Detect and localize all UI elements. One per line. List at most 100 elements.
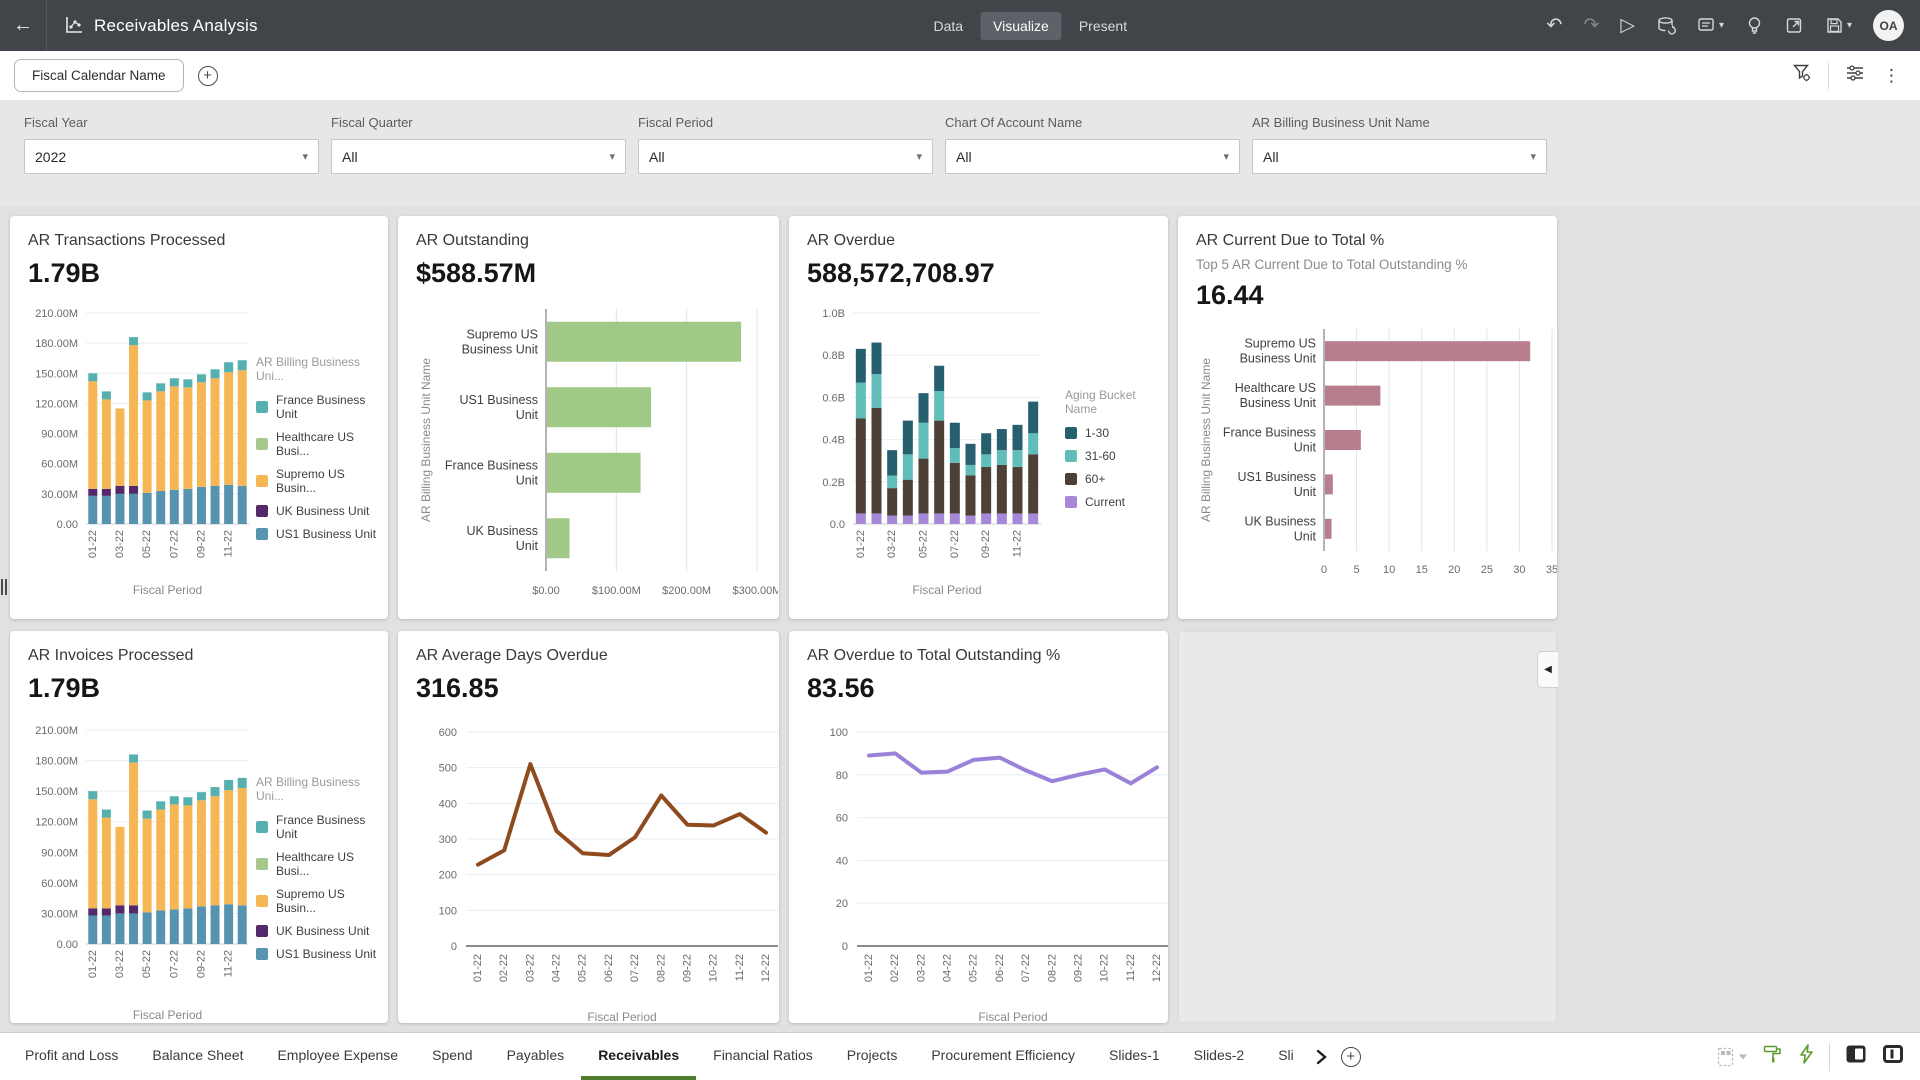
filter-bar-button[interactable] xyxy=(1792,63,1812,88)
canvas-tab-payables[interactable]: Payables xyxy=(490,1033,582,1080)
svg-text:09-22: 09-22 xyxy=(681,954,693,982)
present-window-button[interactable] xyxy=(1785,16,1804,35)
more-options-button[interactable]: ⋮ xyxy=(1881,66,1902,86)
canvas-tab-projects[interactable]: Projects xyxy=(830,1033,915,1080)
canvas-tab-slides-2[interactable]: Slides-2 xyxy=(1177,1033,1262,1080)
collapse-panel-button[interactable]: ◀ xyxy=(1537,651,1558,688)
svg-text:09-22: 09-22 xyxy=(195,530,207,558)
canvas-tab-procurement-efficiency[interactable]: Procurement Efficiency xyxy=(914,1033,1092,1080)
caret-down-icon: ▾ xyxy=(1719,21,1724,31)
svg-text:0.00: 0.00 xyxy=(57,939,78,951)
tab-present[interactable]: Present xyxy=(1066,12,1140,40)
fiscal-calendar-chip[interactable]: Fiscal Calendar Name xyxy=(14,59,184,92)
resize-handle[interactable] xyxy=(1,579,8,595)
filter-group-2: Fiscal Quarter All▾ xyxy=(331,115,626,207)
canvas-tab-employee-expense[interactable]: Employee Expense xyxy=(260,1033,415,1080)
tab-visualize[interactable]: Visualize xyxy=(980,12,1062,40)
svg-text:06-22: 06-22 xyxy=(994,954,1006,982)
chart-ar-overdue-to-total-outstanding[interactable]: 10080604020001-2202-2203-2204-2205-2206-… xyxy=(807,714,1168,1023)
legend-item[interactable]: UK Business Unit xyxy=(256,504,378,518)
redo-icon: ↷ xyxy=(1583,16,1599,35)
canvas-tab-receivables[interactable]: Receivables xyxy=(581,1033,696,1080)
legend-item[interactable]: UK Business Unit xyxy=(256,924,378,938)
chart-ar-current-due-to-total[interactable]: 05101520253035Supremo USBusiness UnitHea… xyxy=(1196,321,1557,590)
filter-dropdown[interactable]: All▾ xyxy=(1252,139,1547,174)
legend-item[interactable]: France Business Unit xyxy=(256,813,378,841)
legend-title: Aging Bucket Name xyxy=(1065,388,1158,416)
filter-dropdown[interactable]: 2022▾ xyxy=(24,139,319,174)
grid-layout-button[interactable] xyxy=(1717,1047,1748,1067)
refresh-data-icon xyxy=(1656,16,1676,36)
legend-label: US1 Business Unit xyxy=(276,527,376,541)
canvas-tab-slides-1[interactable]: Slides-1 xyxy=(1092,1033,1177,1080)
canvas-tab-sli[interactable]: Sli xyxy=(1261,1033,1311,1080)
legend-item[interactable]: Current xyxy=(1065,495,1158,509)
legend-swatch xyxy=(256,528,268,540)
svg-text:AR Billing Business Unit Name: AR Billing Business Unit Name xyxy=(1199,358,1213,522)
legend-item[interactable]: France Business Unit xyxy=(256,393,378,421)
canvas-tab-balance-sheet[interactable]: Balance Sheet xyxy=(135,1033,260,1080)
filter-dropdown[interactable]: All▾ xyxy=(638,139,933,174)
insights-button[interactable] xyxy=(1745,16,1764,36)
user-avatar[interactable]: OA xyxy=(1873,10,1904,41)
filter-dropdown[interactable]: All▾ xyxy=(331,139,626,174)
legend-item[interactable]: Supremo US Busin... xyxy=(256,467,378,495)
chart-ar-transactions-processed[interactable]: 210.00M180.00M150.00M120.00M90.00M60.00M… xyxy=(28,299,256,606)
legend-item[interactable]: 60+ xyxy=(1065,472,1158,486)
legend-swatch xyxy=(256,858,268,870)
tab-data[interactable]: Data xyxy=(920,12,976,40)
canvas-tab-profit-and-loss[interactable]: Profit and Loss xyxy=(8,1033,135,1080)
svg-text:09-22: 09-22 xyxy=(980,530,992,558)
run-icon: ▷ xyxy=(1620,16,1635,35)
filter-dropdown[interactable]: All▾ xyxy=(945,139,1240,174)
svg-text:03-22: 03-22 xyxy=(915,954,927,982)
card-ar-overdue: AR Overdue588,572,708.971.0B0.8B0.6B0.4B… xyxy=(789,216,1168,619)
legend-item[interactable]: Healthcare US Busi... xyxy=(256,850,378,878)
save-button[interactable]: ▾ xyxy=(1825,16,1852,35)
redo-button[interactable]: ↷ xyxy=(1583,16,1599,35)
svg-text:02-22: 02-22 xyxy=(889,954,901,982)
svg-text:5: 5 xyxy=(1354,564,1360,576)
filter-label: AR Billing Business Unit Name xyxy=(1252,115,1547,130)
add-canvas-button[interactable]: + xyxy=(1341,1047,1361,1067)
chart-ar-overdue[interactable]: 1.0B0.8B0.6B0.4B0.2B0.001-2203-2205-2207… xyxy=(807,299,1065,606)
card-kpi-value: 588,572,708.97 xyxy=(807,258,1158,289)
canvas-tab-financial-ratios[interactable]: Financial Ratios xyxy=(696,1033,830,1080)
panel-left-toggle[interactable] xyxy=(1845,1043,1867,1070)
filter-label: Fiscal Quarter xyxy=(331,115,626,130)
chart-ar-invoices-processed[interactable]: 210.00M180.00M150.00M120.00M90.00M60.00M… xyxy=(28,714,256,1023)
comments-button[interactable]: ▾ xyxy=(1697,16,1724,35)
run-button[interactable]: ▷ xyxy=(1620,16,1635,35)
svg-text:08-22: 08-22 xyxy=(655,954,667,982)
legend-item[interactable]: Healthcare US Busi... xyxy=(256,430,378,458)
add-filter-button[interactable]: + xyxy=(198,66,218,86)
scroll-tabs-button[interactable] xyxy=(1313,1048,1329,1066)
chart-ar-average-days-overdue[interactable]: 600500400300200100001-2202-2203-2204-220… xyxy=(416,714,779,1023)
format-painter-button[interactable] xyxy=(1763,1044,1783,1069)
auto-insights-button[interactable] xyxy=(1798,1044,1814,1069)
legend-label: Current xyxy=(1085,495,1125,509)
legend-title: AR Billing Business Uni... xyxy=(256,355,378,383)
canvas-settings-button[interactable] xyxy=(1845,63,1865,88)
legend-title: AR Billing Business Uni... xyxy=(256,775,378,803)
back-button[interactable]: ← xyxy=(0,0,46,51)
legend-item[interactable]: 1-30 xyxy=(1065,426,1158,440)
svg-text:Unit: Unit xyxy=(516,539,539,553)
svg-text:10: 10 xyxy=(1383,564,1395,576)
undo-button[interactable]: ↶ xyxy=(1546,16,1562,35)
legend-item[interactable]: US1 Business Unit xyxy=(256,527,378,541)
lightning-icon xyxy=(1798,1044,1814,1064)
chart-ar-outstanding[interactable]: $0.00$100.00M$200.00M$300.00MSupremo USB… xyxy=(416,299,778,616)
svg-text:Unit: Unit xyxy=(1294,441,1317,455)
legend-swatch xyxy=(256,948,268,960)
legend-item[interactable]: US1 Business Unit xyxy=(256,947,378,961)
refresh-data-button[interactable] xyxy=(1656,16,1676,36)
legend-label: France Business Unit xyxy=(276,813,378,841)
svg-text:0.0: 0.0 xyxy=(830,519,845,531)
svg-text:30.00M: 30.00M xyxy=(41,908,78,920)
legend-item[interactable]: 31-60 xyxy=(1065,449,1158,463)
canvas-tab-spend[interactable]: Spend xyxy=(415,1033,489,1080)
legend-item[interactable]: Supremo US Busin... xyxy=(256,887,378,915)
svg-text:300: 300 xyxy=(439,834,457,846)
panel-right-toggle[interactable] xyxy=(1882,1043,1904,1070)
